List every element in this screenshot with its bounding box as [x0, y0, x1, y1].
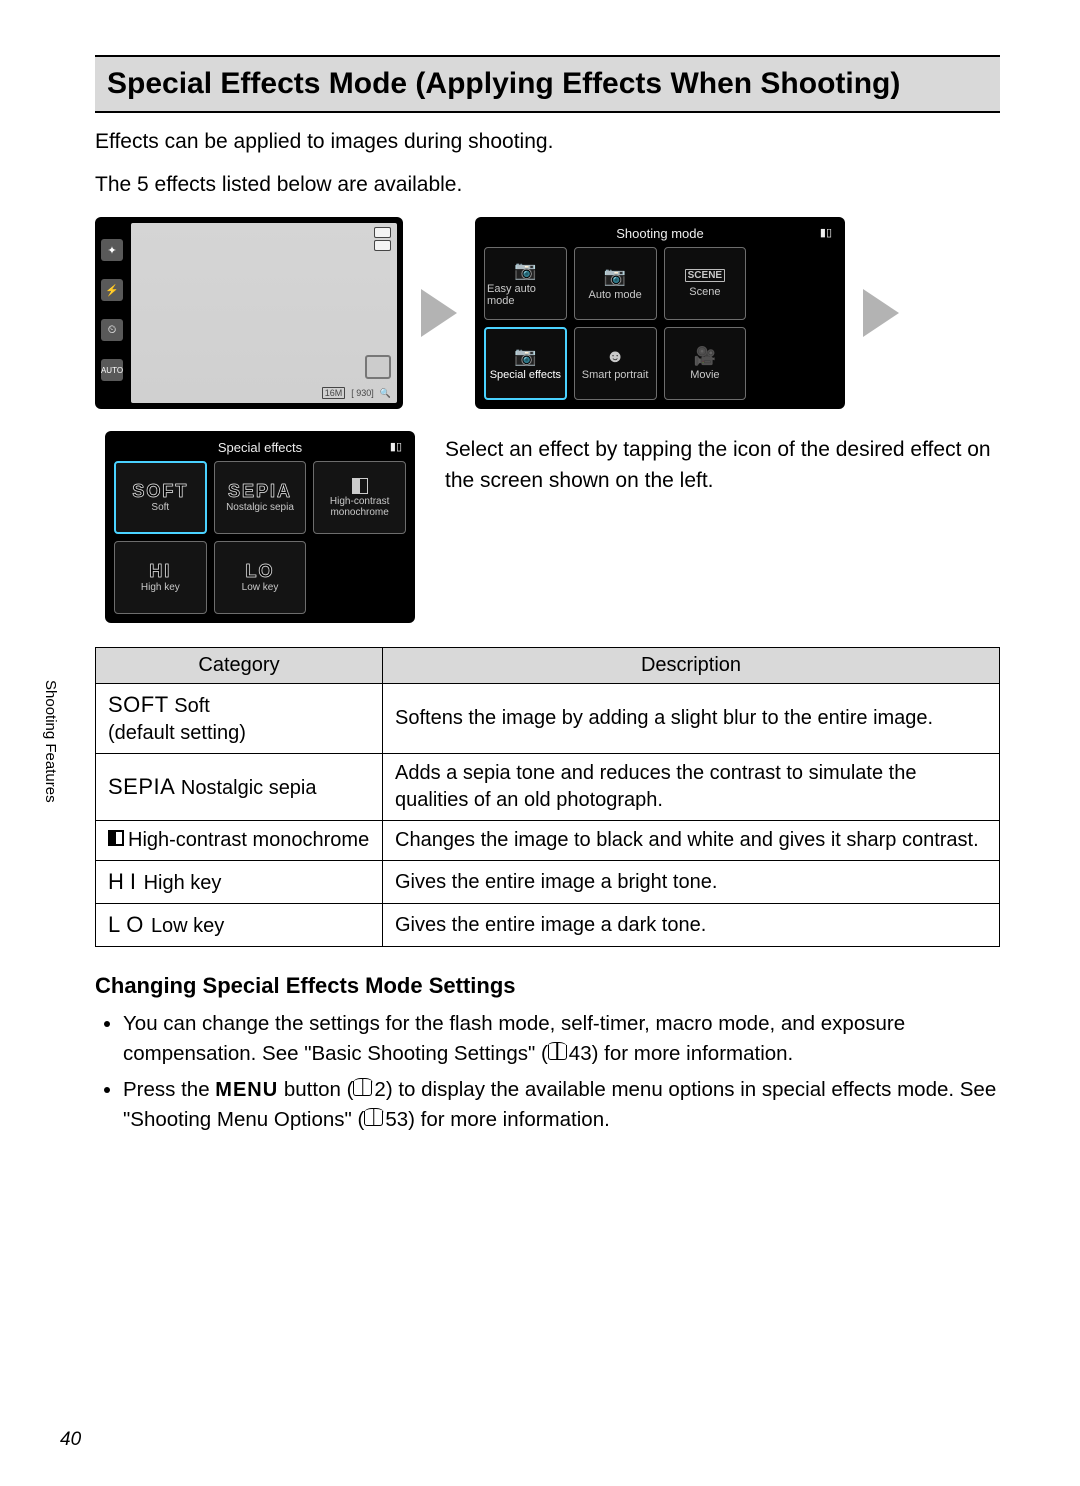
page-ref-icon: [548, 1045, 567, 1060]
effect-soft[interactable]: SOFT Soft: [114, 461, 207, 534]
row-name: Nostalgic sepia: [181, 777, 317, 799]
effects-icon: ✦: [101, 239, 123, 261]
effect-low-key[interactable]: LO Low key: [214, 541, 307, 614]
camera-icon: [365, 355, 391, 379]
row-icon: LO: [108, 910, 145, 940]
mode-easy-auto[interactable]: 📷 Easy auto mode: [484, 247, 567, 320]
row-name: Low key: [151, 915, 224, 937]
table-row: LO Low key Gives the entire image a dark…: [96, 904, 1000, 947]
row-desc: Changes the image to black and white and…: [383, 821, 1000, 861]
battery-icon: ▮▯: [820, 226, 832, 239]
special-effects-icon: 📷: [514, 347, 536, 365]
subsection-title: Changing Special Effects Mode Settings: [95, 973, 1000, 999]
mode-label: Scene: [689, 286, 720, 298]
effect-label: Soft: [151, 502, 169, 513]
row-note: (default setting): [108, 722, 246, 744]
live-view-area: 16M [ 930] 🔍: [131, 223, 397, 403]
instruction-text: Select an effect by tapping the icon of …: [445, 431, 1000, 496]
flash-icon: ⚡: [101, 279, 123, 301]
resolution-badge: 16M: [322, 387, 346, 399]
sidebar-section-label: Shooting Features: [42, 680, 59, 803]
special-effects-screen: Special effects ▮▯ SOFT Soft SEPIA Nosta…: [105, 431, 415, 623]
af-icon: [374, 240, 391, 251]
mode-smart-portrait[interactable]: ☻ Smart portrait: [574, 327, 657, 400]
table-row: High-contrast monochrome Changes the ima…: [96, 821, 1000, 861]
effect-label: Nostalgic sepia: [226, 502, 294, 513]
table-row: HI High key Gives the entire image a bri…: [96, 861, 1000, 904]
row-icon: SEPIA: [108, 772, 175, 802]
screens-row-1: ✦ ⚡ ⏲ AUTO 16M [ 930] 🔍: [95, 217, 1000, 409]
smart-portrait-icon: ☻: [606, 347, 625, 365]
shooting-mode-screen: Shooting mode ▮▯ 📷 Easy auto mode 📷 Auto…: [475, 217, 845, 409]
effect-high-contrast-mono[interactable]: High-contrast monochrome: [313, 461, 406, 534]
row-desc: Softens the image by adding a slight blu…: [383, 684, 1000, 754]
row-desc: Gives the entire image a dark tone.: [383, 904, 1000, 947]
col-description: Description: [383, 648, 1000, 684]
row-name: High-contrast monochrome: [128, 829, 369, 851]
settings-bullets: You can change the settings for the flas…: [95, 1009, 1000, 1134]
effect-icon-label: SOFT: [132, 482, 188, 500]
mode-label: Movie: [690, 369, 719, 381]
camera-live-view-screen: ✦ ⚡ ⏲ AUTO 16M [ 930] 🔍: [95, 217, 403, 409]
screens-row-2: Special effects ▮▯ SOFT Soft SEPIA Nosta…: [95, 431, 1000, 623]
row-desc: Adds a sepia tone and reduces the contra…: [383, 754, 1000, 821]
page-ref-icon: [353, 1081, 372, 1096]
effect-high-key[interactable]: HI High key: [114, 541, 207, 614]
focus-area-icon: [374, 227, 391, 238]
effect-label: High key: [141, 582, 180, 593]
intro-line-1: Effects can be applied to images during …: [95, 127, 1000, 156]
effect-label: High-contrast monochrome: [316, 496, 403, 518]
mode-scene[interactable]: SCENE Scene: [664, 247, 747, 320]
special-effects-title: Special effects: [218, 440, 302, 455]
mono-icon: [352, 478, 368, 494]
effect-label: Low key: [242, 582, 279, 593]
shots-remaining: [ 930]: [351, 388, 374, 398]
mode-label: Easy auto mode: [487, 283, 564, 307]
row-icon: SOFT: [108, 690, 169, 720]
scene-icon: SCENE: [685, 269, 725, 282]
easy-auto-icon: 📷: [514, 261, 536, 279]
row-desc: Gives the entire image a bright tone.: [383, 861, 1000, 904]
page-number: 40: [60, 1429, 81, 1451]
zoom-icon: 🔍: [380, 388, 391, 399]
mono-icon: [108, 830, 124, 846]
table-row: SOFT Soft (default setting) Softens the …: [96, 684, 1000, 754]
mode-movie[interactable]: 🎥 Movie: [664, 327, 747, 400]
auto-icon: AUTO: [101, 359, 123, 381]
effect-icon-label: LO: [245, 562, 274, 580]
page-ref-icon: [364, 1111, 383, 1126]
page-title: Special Effects Mode (Applying Effects W…: [95, 55, 1000, 113]
mode-label: Smart portrait: [582, 369, 649, 381]
mode-label: Auto mode: [589, 289, 642, 301]
row-name: Soft: [174, 695, 210, 717]
effect-icon-label: SEPIA: [228, 482, 292, 500]
effect-sepia[interactable]: SEPIA Nostalgic sepia: [214, 461, 307, 534]
intro-line-2: The 5 effects listed below are available…: [95, 170, 1000, 199]
movie-icon: 🎥: [694, 347, 716, 365]
row-icon: HI: [108, 867, 138, 897]
effects-table: Category Description SOFT Soft (default …: [95, 647, 1000, 947]
bullet-item: Press the MENU button (2) to display the…: [123, 1075, 1000, 1135]
auto-mode-icon: 📷: [604, 267, 626, 285]
effect-icon-label: HI: [149, 562, 171, 580]
mode-special-effects[interactable]: 📷 Special effects: [484, 327, 567, 400]
bullet-item: You can change the settings for the flas…: [123, 1009, 1000, 1068]
timer-icon: ⏲: [101, 319, 123, 341]
col-category: Category: [96, 648, 383, 684]
arrow-right-icon: [863, 289, 899, 337]
row-name: High key: [144, 872, 222, 894]
mode-label: Special effects: [490, 369, 561, 381]
arrow-right-icon: [421, 289, 457, 337]
table-row: SEPIA Nostalgic sepia Adds a sepia tone …: [96, 754, 1000, 821]
shooting-mode-title: Shooting mode: [616, 226, 703, 241]
battery-icon: ▮▯: [390, 440, 402, 453]
menu-button-label: MENU: [215, 1079, 278, 1101]
mode-auto[interactable]: 📷 Auto mode: [574, 247, 657, 320]
